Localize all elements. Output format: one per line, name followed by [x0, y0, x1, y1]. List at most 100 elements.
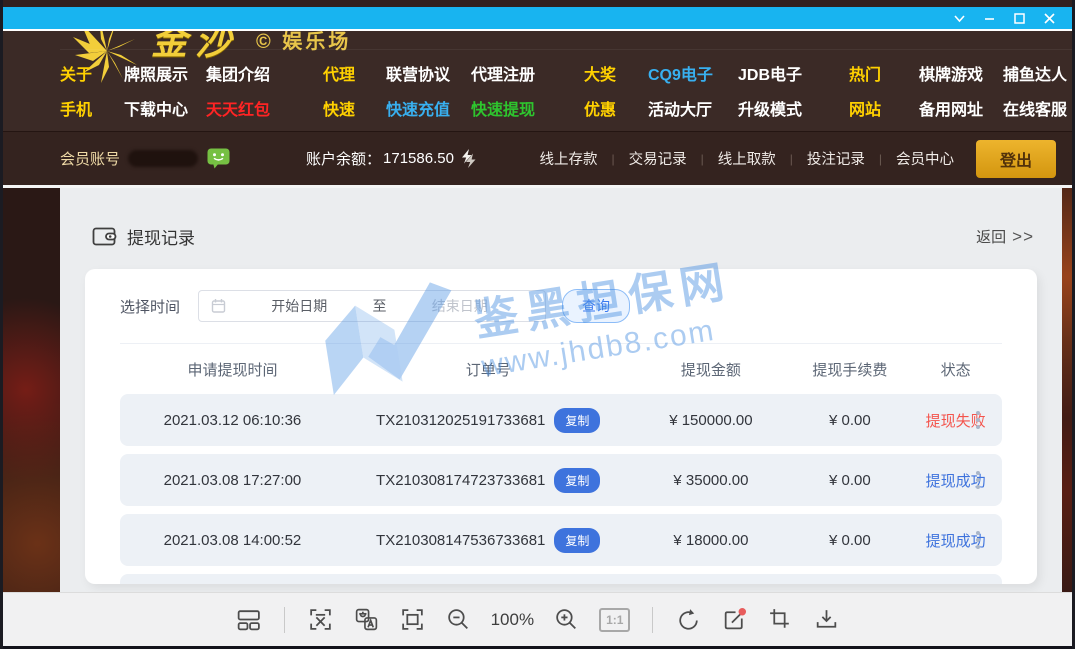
account-bar: 会员账号 账户余额：171586.50 线上存款| 交易记录| 线上取款| 投注… [3, 131, 1072, 185]
maximize-icon[interactable] [1013, 12, 1026, 25]
copy-button[interactable]: 复制 [554, 468, 600, 493]
table-row-partial [120, 574, 1002, 584]
table-header: 申请提现时间 订单号 提现金额 提现手续费 状态 [120, 344, 1002, 394]
filter-label: 选择时间 [120, 296, 180, 317]
member-username-redacted [128, 150, 198, 167]
nav-item[interactable]: 优惠 [584, 97, 648, 125]
end-date-placeholder[interactable]: 结束日期 [387, 296, 534, 316]
table-row: 2021.03.08 14:00:52 TX210308147536733681… [120, 514, 1002, 566]
withdraw-fee: ¥ 0.00 [790, 532, 909, 549]
nav-item[interactable]: 关于 [60, 62, 124, 90]
calendar-icon [211, 298, 226, 314]
status-badge: 提现失败 [909, 410, 1002, 431]
balance-value: 171586.50 [383, 150, 454, 167]
nav-item[interactable]: CQ9电子 [648, 62, 738, 90]
refresh-balance-icon[interactable] [460, 149, 477, 168]
withdraw-amount: ¥ 150000.00 [632, 412, 791, 429]
copy-button[interactable]: 复制 [554, 528, 600, 553]
nav-item[interactable]: 活动大厅 [648, 97, 738, 125]
nav-item[interactable]: 快速提现 [471, 97, 584, 125]
nav-item[interactable]: 网站 [849, 97, 919, 125]
rotate-icon[interactable] [675, 606, 702, 633]
viewer-toolbar: 100% 1:1 [3, 592, 1072, 646]
back-link[interactable]: 返回>> [976, 226, 1034, 247]
nav-item[interactable]: 牌照展示 [124, 62, 206, 90]
table-row: 2021.03.12 06:10:36 TX210312025191733681… [120, 394, 1002, 446]
row-menu-icon[interactable] [976, 531, 980, 549]
actual-size-icon[interactable]: 1:1 [599, 608, 630, 632]
window-top-strip [3, 0, 1072, 7]
toolbar-divider [284, 607, 285, 633]
nav-item[interactable]: 热门 [849, 62, 919, 90]
minimize-icon[interactable] [983, 12, 996, 25]
member-center-link[interactable]: 会员中心 [896, 148, 954, 169]
withdraw-fee: ¥ 0.00 [790, 412, 909, 429]
nav-item[interactable]: 棋牌游戏 [919, 62, 1003, 90]
col-header-time: 申请提现时间 [120, 359, 345, 380]
close-icon[interactable] [1043, 12, 1056, 25]
col-header-status: 状态 [909, 359, 1002, 380]
nav-item[interactable]: 升级模式 [738, 97, 849, 125]
window-titlebar [3, 7, 1072, 29]
date-separator: 至 [373, 296, 387, 316]
nav-item[interactable]: 快速 [323, 97, 386, 125]
main-nav: 关于 牌照展示 集团介绍 代理 联营协议 代理注册 大奖 CQ9电子 JDB电子… [60, 49, 1072, 125]
withdrawal-records-page: 提现记录 返回>> 选择时间 开始日期 [60, 188, 1062, 592]
logout-button[interactable]: 登出 [976, 140, 1056, 178]
col-header-order: 订单号 [345, 359, 632, 380]
search-button[interactable]: 查询 [562, 289, 630, 323]
withdraw-time: 2021.03.08 17:27:00 [120, 472, 345, 489]
layout-panels-icon[interactable] [235, 606, 262, 633]
chat-icon[interactable] [207, 148, 230, 169]
transaction-records-link[interactable]: 交易记录 [629, 148, 687, 169]
order-number: TX210308147536733681 [376, 532, 545, 549]
nav-item[interactable]: 代理注册 [471, 62, 584, 90]
withdraw-time: 2021.03.08 14:00:52 [120, 532, 345, 549]
fit-screen-icon[interactable] [399, 606, 426, 633]
order-number: TX210312025191733681 [376, 412, 545, 429]
download-icon[interactable] [813, 606, 840, 633]
back-arrows-icon: >> [1012, 227, 1034, 247]
nav-item[interactable]: 手机 [60, 97, 124, 125]
nav-item[interactable]: 天天红包 [206, 97, 323, 125]
row-menu-icon[interactable] [976, 411, 980, 429]
table-row: 2021.03.08 17:27:00 TX210308174723733681… [120, 454, 1002, 506]
zoom-in-icon[interactable] [553, 606, 580, 633]
col-header-amount: 提现金额 [632, 359, 791, 380]
date-range-input[interactable]: 开始日期 至 结束日期 [198, 290, 546, 322]
withdraw-amount: ¥ 35000.00 [632, 472, 791, 489]
nav-item[interactable]: 在线客服 [1003, 97, 1072, 125]
edit-icon[interactable] [721, 606, 748, 633]
order-number: TX210308174723733681 [376, 472, 545, 489]
nav-item[interactable]: 捕鱼达人 [1003, 62, 1072, 90]
translate-icon[interactable] [353, 606, 380, 633]
status-badge: 提现成功 [909, 470, 1002, 491]
member-account-label: 会员账号 [60, 148, 120, 169]
nav-item[interactable]: 集团介绍 [206, 62, 323, 90]
nav-item[interactable]: 备用网址 [919, 97, 1003, 125]
copy-button[interactable]: 复制 [554, 408, 600, 433]
nav-item[interactable]: 大奖 [584, 62, 648, 90]
ocr-capture-icon[interactable] [307, 606, 334, 633]
nav-item[interactable]: 代理 [323, 62, 386, 90]
nav-item[interactable]: 快速充值 [386, 97, 471, 125]
nav-item[interactable]: 联营协议 [386, 62, 471, 90]
balance-label: 账户余额： [306, 148, 381, 169]
online-withdraw-link[interactable]: 线上取款 [718, 148, 776, 169]
start-date-placeholder[interactable]: 开始日期 [226, 296, 373, 316]
betting-records-link[interactable]: 投注记录 [807, 148, 865, 169]
background-image-right [1062, 188, 1072, 592]
nav-item[interactable]: 下载中心 [124, 97, 206, 125]
page-title: 提现记录 [92, 224, 195, 249]
app-window: 金沙 © 娱乐场 关于 牌照展示 集团介绍 代理 联营协议 代理注册 大奖 CQ… [0, 0, 1075, 649]
site-header: 金沙 © 娱乐场 关于 牌照展示 集团介绍 代理 联营协议 代理注册 大奖 CQ… [3, 31, 1072, 131]
zoom-out-icon[interactable] [445, 606, 472, 633]
online-deposit-link[interactable]: 线上存款 [539, 148, 597, 169]
zoom-level-label[interactable]: 100% [491, 610, 534, 630]
chevron-down-icon[interactable] [953, 12, 966, 25]
wallet-icon [92, 226, 117, 247]
nav-item[interactable]: JDB电子 [738, 62, 849, 90]
crop-icon[interactable] [767, 606, 794, 633]
row-menu-icon[interactable] [976, 471, 980, 489]
background-image-left [3, 188, 60, 592]
